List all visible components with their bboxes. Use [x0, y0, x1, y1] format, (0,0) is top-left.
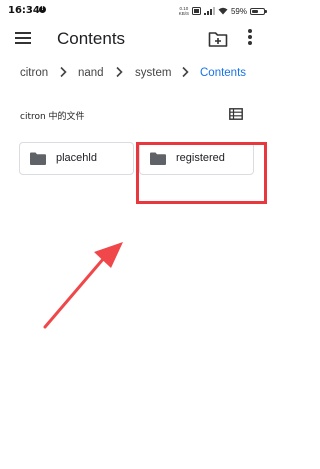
more-options-icon[interactable]	[245, 29, 255, 49]
breadcrumb-item-nand[interactable]: nand	[78, 67, 104, 79]
status-indicators: 0.10 KB/S 59%	[179, 4, 267, 18]
folder-name: registered	[176, 152, 225, 164]
battery-percent: 59%	[230, 6, 247, 16]
breadcrumb-item-citron[interactable]: citron	[20, 67, 48, 79]
folder-item-registered[interactable]: registered	[139, 142, 254, 175]
network-speed-unit: KB/S	[178, 11, 189, 16]
network-speed: 0.10 KB/S	[179, 6, 189, 16]
breadcrumb-item-contents[interactable]: Contents	[200, 67, 246, 79]
breadcrumb-item-system[interactable]: system	[135, 67, 171, 79]
folder-name: placehld	[56, 152, 97, 164]
signal-icon	[203, 7, 215, 15]
wifi-icon	[218, 7, 228, 15]
folder-item-placehld[interactable]: placehld	[19, 142, 134, 175]
status-bar: 16:34 ! 0.10 KB/S 59%	[0, 0, 271, 22]
chevron-right-icon	[182, 66, 189, 78]
list-view-icon[interactable]	[229, 108, 243, 120]
battery-tip	[265, 9, 267, 13]
battery-icon	[250, 7, 267, 15]
notification-icon: !	[39, 6, 46, 13]
chevron-right-icon	[60, 66, 67, 78]
folder-icon	[150, 152, 166, 165]
breadcrumb: citron nand system Contents	[0, 64, 271, 86]
hamburger-menu-icon[interactable]	[15, 32, 31, 44]
sim-card-icon	[191, 7, 201, 15]
chevron-right-icon	[116, 66, 123, 78]
folder-icon	[30, 152, 46, 165]
section-label: citron 中的文件	[20, 112, 85, 122]
battery-fill	[252, 9, 258, 13]
app-bar: Contents	[0, 24, 271, 56]
status-time: 16:34	[8, 5, 40, 16]
new-folder-icon[interactable]	[208, 30, 228, 48]
page-title: Contents	[57, 29, 126, 48]
